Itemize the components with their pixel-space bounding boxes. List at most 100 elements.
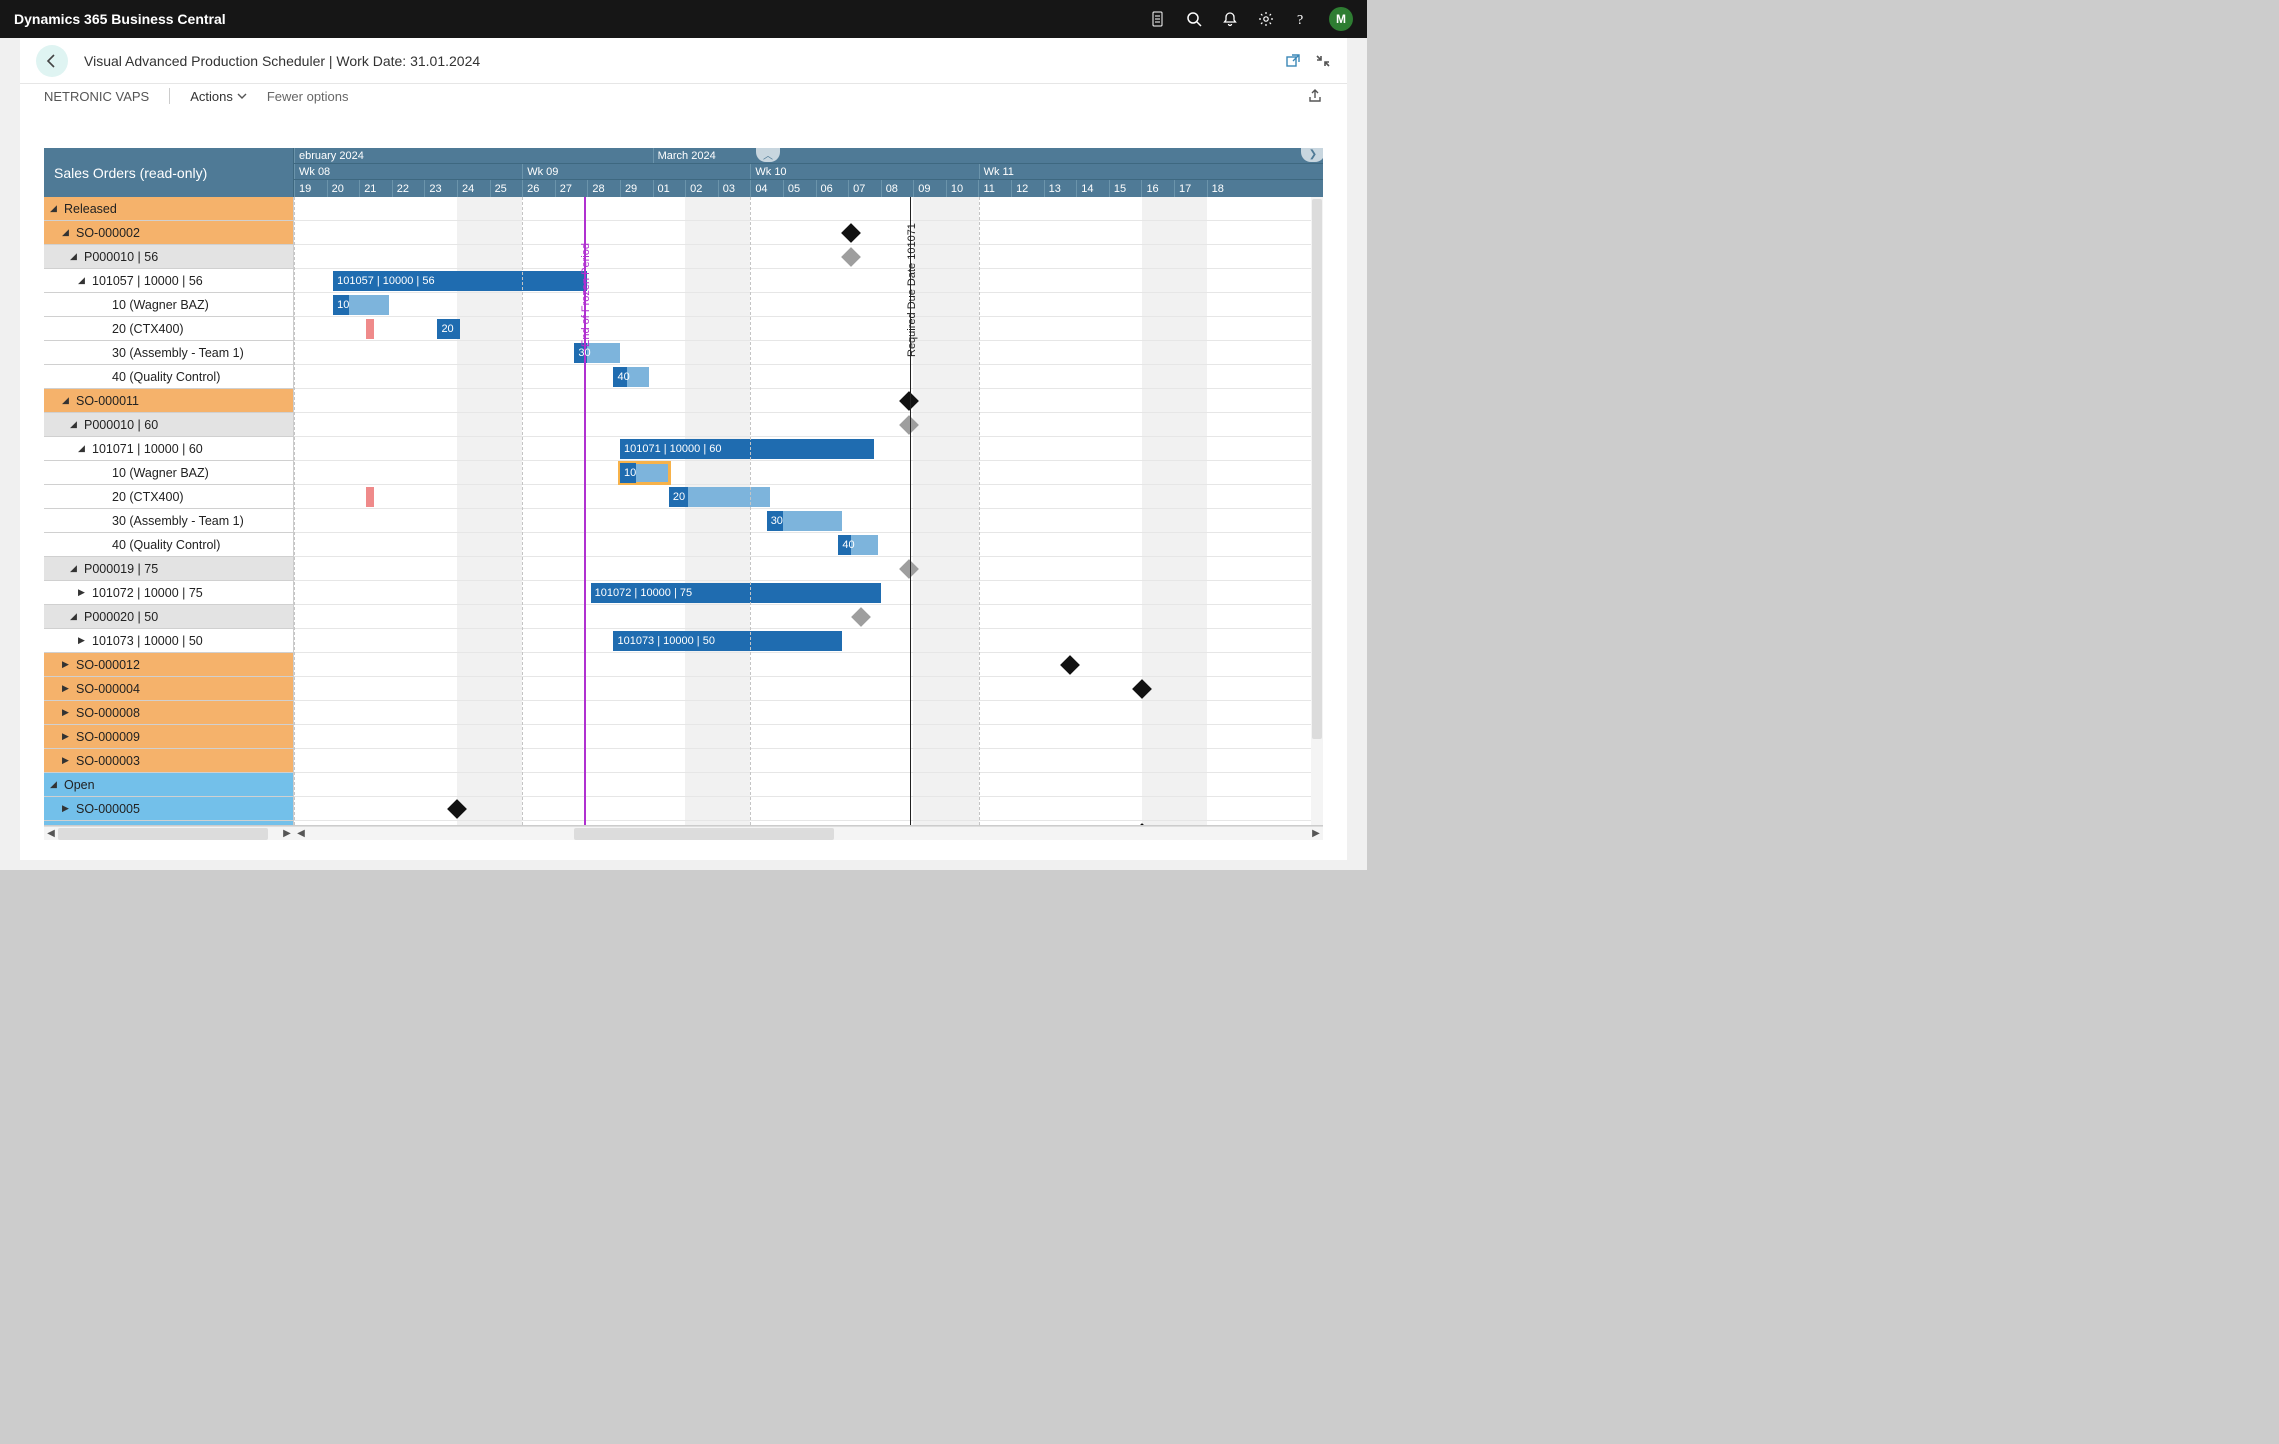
tree-row[interactable]: ◢P000020 | 50 [44,605,293,629]
app-titlebar: Dynamics 365 Business Central ? M [0,0,1367,38]
tree-row[interactable]: ▶SO-000005 [44,797,293,821]
timescale-cell: 13 [1044,180,1077,197]
search-icon[interactable] [1185,10,1203,28]
expand-icon[interactable]: ▶ [78,635,88,646]
expand-icon[interactable]: ▶ [62,683,72,694]
timescale-cell: 20 [327,180,360,197]
gantt-bar[interactable]: 40 [613,367,649,387]
tree-hscroll-thumb[interactable] [58,828,268,840]
tree-hscroll[interactable]: ◀ ▶ [44,826,294,840]
expand-icon[interactable]: ▶ [62,755,72,766]
timescale-cell: 14 [1076,180,1109,197]
expand-icon[interactable]: ◢ [78,275,88,286]
tree-row[interactable]: ◢P000010 | 60 [44,413,293,437]
timescale-cell: 29 [620,180,653,197]
tree-row[interactable]: ▶SO-000012 [44,653,293,677]
tree-row[interactable]: ◢P000010 | 56 [44,245,293,269]
gantt-bar[interactable]: 20 [437,319,460,339]
tree-row[interactable]: ◢P000019 | 75 [44,557,293,581]
tree-row[interactable]: ◢SO-000002 [44,221,293,245]
timescale-cell: Wk 09 [522,164,750,179]
tree-row[interactable]: ▶SO-000008 [44,701,293,725]
page-subheader: Visual Advanced Production Scheduler | W… [20,38,1347,84]
tree-row[interactable]: ▶SO-000014 [44,821,293,825]
expand-icon[interactable]: ◢ [70,251,80,262]
expand-icon[interactable]: ▶ [62,731,72,742]
help-icon[interactable]: ? [1293,10,1311,28]
gantt-bar[interactable]: 10 [620,463,669,483]
collapse-icon[interactable] [1315,53,1331,69]
tree-row[interactable]: ▶101072 | 10000 | 75 [44,581,293,605]
expand-icon[interactable]: ◢ [50,203,60,214]
user-avatar[interactable]: M [1329,7,1353,31]
timescale-cell: Wk 11 [979,164,1240,179]
bar-label: 30 [578,347,590,359]
tree-row[interactable]: ▶101073 | 10000 | 50 [44,629,293,653]
tree-row[interactable]: ▶SO-000003 [44,749,293,773]
tree-row[interactable]: ◢ 101057 | 10000 | 56 [44,269,293,293]
tree-row[interactable]: 20 (CTX400) [44,317,293,341]
gantt-bar[interactable]: 40 [838,535,877,555]
scroll-right-icon[interactable]: ▶ [280,827,294,840]
tree-row[interactable]: 40 (Quality Control) [44,533,293,557]
actions-menu[interactable]: Actions [190,89,247,104]
share-icon[interactable] [1307,88,1323,104]
expand-icon[interactable]: ▶ [62,803,72,814]
gantt-row [294,677,1323,701]
timeline-hscroll[interactable]: ◀ ▶ [294,826,1323,840]
tree-row[interactable]: 10 (Wagner BAZ) [44,293,293,317]
gear-icon[interactable] [1257,10,1275,28]
gantt-row [294,773,1323,797]
gantt-bar[interactable]: 101072 | 10000 | 75 [591,583,881,603]
milestone-diamond[interactable] [1060,655,1080,675]
tree-row[interactable]: 40 (Quality Control) [44,365,293,389]
tree-row-label: 10 (Wagner BAZ) [112,298,209,312]
scroll-left-icon[interactable]: ◀ [44,827,58,840]
expand-icon[interactable]: ◢ [70,563,80,574]
tree-row[interactable]: 30 (Assembly - Team 1) [44,341,293,365]
scroll-left-icon[interactable]: ◀ [294,827,308,840]
milestone-diamond[interactable] [851,607,871,627]
back-button[interactable] [36,45,68,77]
timeline-hscroll-thumb[interactable] [574,828,834,840]
vertical-scrollbar[interactable] [1311,197,1323,825]
tree-row[interactable]: 20 (CTX400) [44,485,293,509]
tree-row[interactable]: ◢Open [44,773,293,797]
tree-row[interactable]: ◢Released [44,197,293,221]
expand-icon[interactable]: ◢ [62,395,72,406]
expand-icon[interactable]: ▶ [62,659,72,670]
tree-row[interactable]: ◢SO-000011 [44,389,293,413]
milestone-diamond[interactable] [842,247,862,267]
expand-icon[interactable]: ◢ [70,611,80,622]
gantt-bar[interactable]: 10 [333,295,388,315]
timescale-cell: 01 [653,180,686,197]
gantt-bar[interactable]: 101073 | 10000 | 50 [613,631,841,651]
fewer-options-link[interactable]: Fewer options [267,89,349,104]
popout-icon[interactable] [1285,53,1301,69]
document-icon[interactable] [1149,10,1167,28]
gantt-row: 30 [294,509,1323,533]
milestone-diamond[interactable] [842,223,862,243]
tree-row[interactable]: 10 (Wagner BAZ) [44,461,293,485]
expand-icon[interactable]: ◢ [78,443,88,454]
vertical-scroll-thumb[interactable] [1312,199,1322,739]
gantt-bar[interactable]: 101057 | 10000 | 56 [333,271,587,291]
expand-icon[interactable]: ◢ [70,419,80,430]
tree-row[interactable]: ▶SO-000009 [44,725,293,749]
expand-icon[interactable]: ▶ [78,587,88,598]
gantt-bar[interactable]: 101071 | 10000 | 60 [620,439,874,459]
gantt-bar[interactable]: 20 [669,487,770,507]
gantt-bar[interactable]: 30 [767,511,842,531]
scroll-right-icon[interactable]: ▶ [1309,827,1323,840]
bar-label: 101072 | 10000 | 75 [595,587,692,599]
tree-row[interactable]: ▶SO-000004 [44,677,293,701]
tree-row[interactable]: ◢101071 | 10000 | 60 [44,437,293,461]
expand-icon[interactable]: ▶ [62,707,72,718]
expand-icon[interactable]: ◢ [50,779,60,790]
timeline-nav-right[interactable]: ❯ [1301,148,1323,162]
tree-row[interactable]: 30 (Assembly - Team 1) [44,509,293,533]
tree-row-label: 101057 | 10000 | 56 [92,274,203,288]
bell-icon[interactable] [1221,10,1239,28]
expand-icon[interactable]: ◢ [62,227,72,238]
timeline-body[interactable]: 101057 | 10000 | 5610203040101071 | 1000… [294,197,1323,825]
